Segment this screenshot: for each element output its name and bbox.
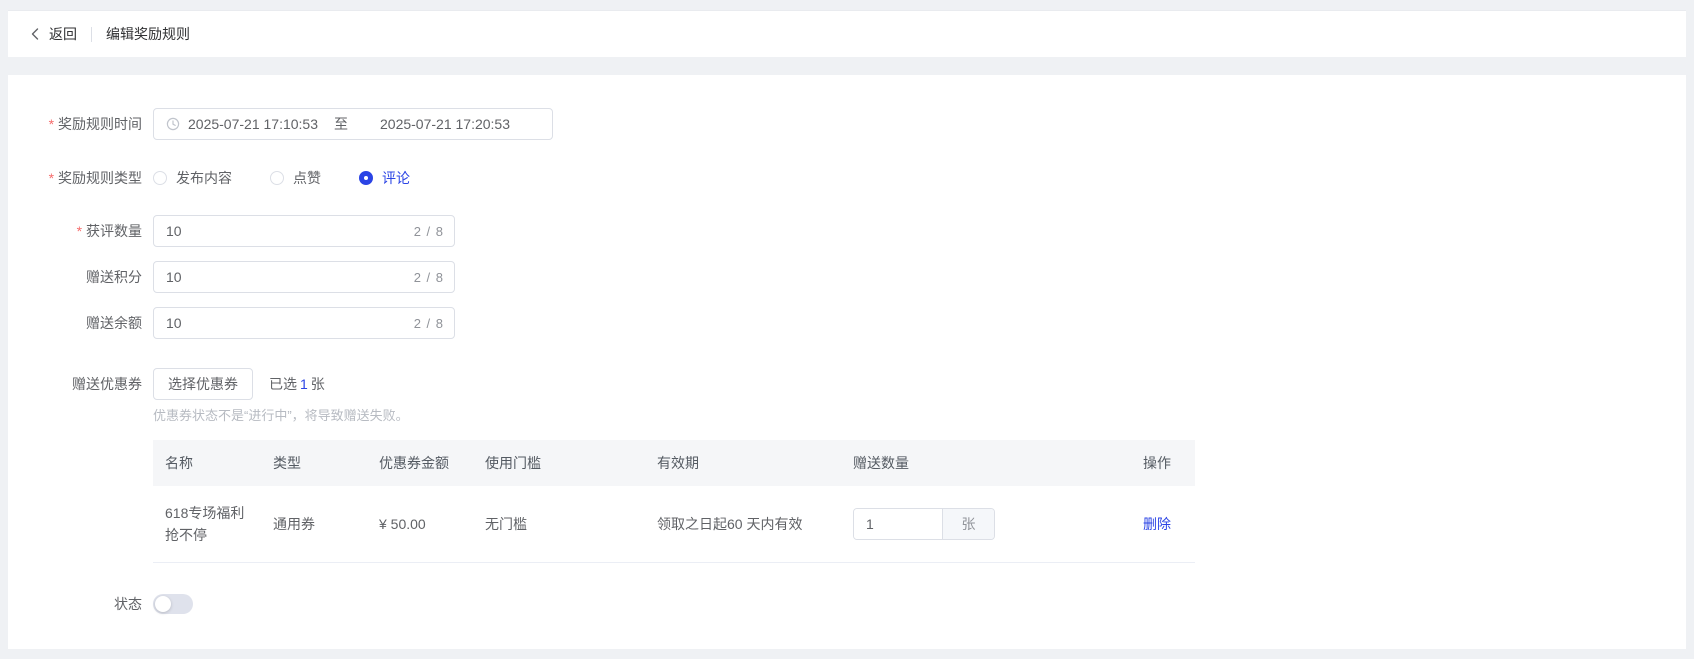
row-comment-count: 获评数量 2 / 8 [32, 215, 455, 247]
points-label: 赠送积分 [32, 267, 142, 287]
col-validity: 有效期 [645, 453, 841, 473]
quantity-unit: 张 [942, 509, 994, 539]
status-label: 状态 [32, 594, 142, 614]
page-title: 编辑奖励规则 [106, 24, 190, 44]
comment-count-input[interactable] [166, 223, 414, 239]
topbar: 返回 编辑奖励规则 [8, 10, 1686, 57]
end-date-value[interactable]: 2025-07-21 17:20:53 [380, 116, 510, 132]
table-row: 618专场福利抢不停 通用券 ¥ 50.00 无门槛 领取之日起60 天内有效 … [153, 486, 1195, 563]
comment-count-label: 获评数量 [32, 221, 142, 241]
start-date-value[interactable]: 2025-07-21 17:10:53 [188, 116, 318, 132]
cell-action: 删除 [1131, 513, 1195, 535]
row-balance: 赠送余额 2 / 8 [32, 307, 455, 339]
points-counter: 2 / 8 [414, 270, 444, 285]
status-toggle[interactable] [153, 594, 193, 614]
col-amount: 优惠券金额 [367, 453, 473, 473]
coupon-selected-info: 已选1张 [269, 374, 325, 394]
clock-icon [166, 117, 180, 131]
coupon-table-header: 名称 类型 优惠券金额 使用门槛 有效期 赠送数量 操作 [153, 440, 1195, 486]
coupon-label: 赠送优惠券 [32, 374, 142, 394]
radio-publish-content[interactable]: 发布内容 [153, 168, 232, 188]
radio-icon [153, 171, 167, 185]
coupon-selected-count: 1 [300, 376, 308, 392]
comment-count-counter: 2 / 8 [414, 224, 444, 239]
date-range-separator: 至 [334, 114, 348, 134]
coupon-table: 名称 类型 优惠券金额 使用门槛 有效期 赠送数量 操作 618专场福利抢不停 … [153, 440, 1195, 563]
balance-field: 2 / 8 [153, 307, 455, 339]
radio-icon [270, 171, 284, 185]
back-label: 返回 [49, 24, 77, 44]
col-quantity: 赠送数量 [841, 453, 1131, 473]
row-reward-type: 奖励规则类型 发布内容 点赞 评论 [32, 162, 448, 194]
screen: 返回 编辑奖励规则 奖励规则时间 2025-07-21 17:10:53 至 2… [0, 0, 1694, 659]
back-button[interactable]: 返回 [28, 24, 77, 44]
points-field: 2 / 8 [153, 261, 455, 293]
cell-coupon-type: 通用券 [261, 513, 367, 535]
reward-type-radio-group: 发布内容 点赞 评论 [153, 168, 448, 188]
cell-coupon-validity: 领取之日起60 天内有效 [645, 513, 841, 535]
radio-like[interactable]: 点赞 [270, 168, 321, 188]
select-coupon-button[interactable]: 选择优惠券 [153, 368, 253, 400]
reward-time-label: 奖励规则时间 [32, 114, 142, 134]
cell-coupon-quantity: 张 [841, 508, 1131, 540]
balance-input[interactable] [166, 315, 414, 331]
col-type: 类型 [261, 453, 367, 473]
delete-link[interactable]: 删除 [1143, 516, 1171, 532]
col-name: 名称 [153, 453, 261, 473]
row-status: 状态 [32, 588, 193, 620]
quantity-field: 张 [853, 508, 995, 540]
cell-coupon-amount: ¥ 50.00 [367, 513, 473, 535]
row-points: 赠送积分 2 / 8 [32, 261, 455, 293]
radio-icon-checked [359, 171, 373, 185]
row-coupon: 赠送优惠券 选择优惠券 已选1张 [32, 368, 325, 400]
coupon-hint: 优惠券状态不是“进行中”，将导致赠送失败。 [153, 405, 409, 424]
cell-coupon-name: 618专场福利抢不停 [153, 502, 261, 546]
balance-label: 赠送余额 [32, 313, 142, 333]
quantity-input[interactable] [854, 509, 942, 539]
cell-coupon-threshold: 无门槛 [473, 513, 645, 535]
row-reward-time: 奖励规则时间 2025-07-21 17:10:53 至 2025-07-21 … [32, 108, 553, 140]
comment-count-field: 2 / 8 [153, 215, 455, 247]
date-range-picker[interactable]: 2025-07-21 17:10:53 至 2025-07-21 17:20:5… [153, 108, 553, 140]
chevron-left-icon [28, 27, 42, 41]
balance-counter: 2 / 8 [414, 316, 444, 331]
points-input[interactable] [166, 269, 414, 285]
toggle-knob [155, 596, 171, 612]
radio-comment[interactable]: 评论 [359, 168, 410, 188]
col-threshold: 使用门槛 [473, 453, 645, 473]
form-panel: 奖励规则时间 2025-07-21 17:10:53 至 2025-07-21 … [8, 75, 1686, 649]
reward-type-label: 奖励规则类型 [32, 168, 142, 188]
divider [91, 27, 92, 42]
col-action: 操作 [1131, 453, 1195, 473]
